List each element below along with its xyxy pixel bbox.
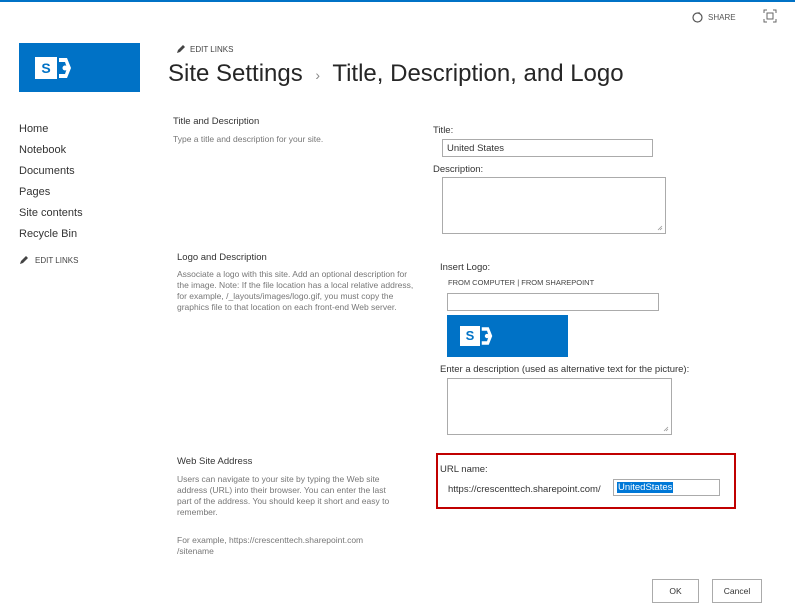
title-section-description: Type a title and description for your si… [173,134,324,144]
top-accent-bar [0,0,795,2]
page-title-text: Title, Description, and Logo [332,60,624,87]
description-textarea[interactable] [442,177,666,234]
cancel-button[interactable]: Cancel [712,579,762,603]
focus-on-content-icon[interactable] [763,9,777,23]
url-name-input[interactable]: UnitedStates [613,479,720,496]
breadcrumb-separator: › [315,66,321,83]
nav-item-notebook[interactable]: Notebook [19,140,83,161]
site-logo[interactable]: S [19,43,140,92]
nav-edit-links[interactable]: EDIT LINKS [19,255,78,265]
share-label: SHARE [708,12,736,22]
logo-preview: S [447,315,568,357]
url-section-heading: Web Site Address [177,456,253,467]
nav-item-site-contents[interactable]: Site contents [19,203,83,224]
alt-text-textarea[interactable] [447,378,672,435]
url-example: For example, https://crescenttech.sharep… [177,535,364,556]
title-input[interactable]: United States [442,139,653,157]
nav-edit-links-label: EDIT LINKS [35,255,79,265]
quick-launch: Home Notebook Documents Pages Site conte… [19,119,83,245]
nav-item-documents[interactable]: Documents [19,161,83,182]
logo-preview-letter: S [460,326,480,346]
breadcrumb-root[interactable]: Site Settings [168,60,303,87]
logo-url-input[interactable] [447,293,659,311]
url-name-label: URL name: [440,464,488,475]
url-prefix: https://crescenttech.sharepoint.com/ [448,484,601,495]
logo-source-links: FROM COMPUTER | FROM SHAREPOINT [448,278,594,287]
logo-letter: S [35,57,57,79]
ok-button[interactable]: OK [652,579,699,603]
url-section-description: Users can navigate to your site by typin… [177,474,390,517]
resize-grip-icon[interactable] [657,225,663,231]
sync-icon [691,11,704,24]
resize-grip-icon[interactable] [663,426,669,432]
edit-links-header[interactable]: EDIT LINKS [176,44,233,54]
url-name-value: UnitedStates [617,482,674,493]
sharepoint-arrow-icon [481,327,493,345]
page-title: Site Settings › Title, Description, and … [168,60,624,88]
title-label: Title: [433,125,454,136]
pencil-icon [20,256,28,264]
sharepoint-arrow-icon [59,58,71,78]
share-button[interactable]: SHARE [691,10,736,24]
insert-logo-label: Insert Logo: [440,262,491,273]
alt-text-label: Enter a description (used as alternative… [440,364,690,375]
nav-item-pages[interactable]: Pages [19,182,83,203]
nav-item-home[interactable]: Home [19,119,83,140]
edit-links-label: EDIT LINKS [190,44,234,54]
title-section-heading: Title and Description [173,116,260,127]
logo-section-description: Associate a logo with this site. Add an … [177,269,414,312]
pencil-icon [177,45,185,53]
logo-section-heading: Logo and Description [177,252,267,263]
from-sharepoint-link[interactable]: FROM SHAREPOINT [521,278,594,287]
nav-item-recycle-bin[interactable]: Recycle Bin [19,224,83,245]
link-separator: | [517,278,520,287]
from-computer-link[interactable]: FROM COMPUTER [448,278,515,287]
title-input-value: United States [447,143,505,154]
description-label: Description: [433,164,484,175]
